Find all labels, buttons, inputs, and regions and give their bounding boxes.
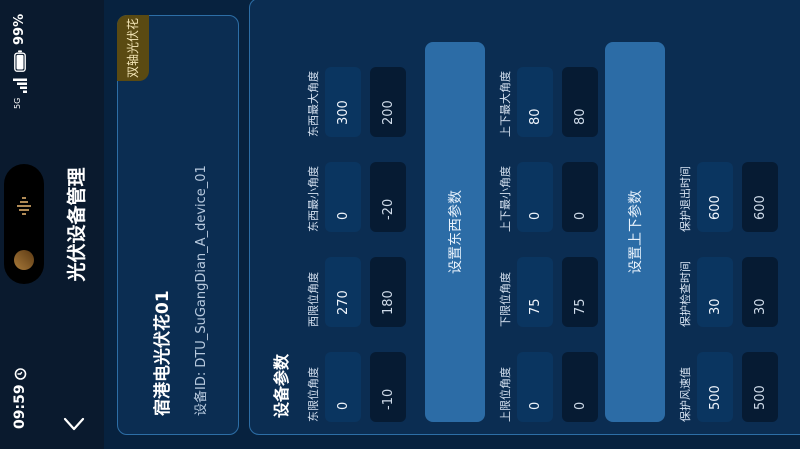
ew-field-label: 东西最大角度 — [307, 71, 320, 137]
set-ud-params-button[interactable]: 设置上下参数 — [605, 42, 665, 422]
ew-max-angle-input[interactable]: 300 — [325, 67, 361, 137]
ud-min-angle-current: 0 — [562, 162, 598, 232]
status-bar: 09:59 5G 99% — [0, 0, 44, 449]
dynamic-island — [4, 164, 44, 284]
music-app-icon — [14, 250, 34, 270]
network-label: 5G — [13, 97, 22, 109]
alarm-icon — [14, 368, 27, 380]
protect-exit-time-current: 600 — [742, 162, 778, 232]
status-time: 09:59 — [12, 384, 28, 429]
device-name: 宿港电光伏花01 — [153, 290, 173, 416]
ew-max-angle-current: 200 — [370, 67, 406, 137]
protect-field-label: 保护退出时间 — [679, 166, 692, 232]
protect-field-label: 保护风速值 — [679, 367, 692, 422]
ew-field-label: 西限位角度 — [307, 272, 320, 327]
ud-field-label: 上下最小角度 — [499, 166, 512, 232]
ud-field-label: 上下最大角度 — [499, 71, 512, 137]
ew-field-label: 东限位角度 — [307, 367, 320, 422]
protect-exit-time-input[interactable]: 600 — [697, 162, 733, 232]
protect-check-time-current: 30 — [742, 257, 778, 327]
battery-icon — [14, 50, 26, 72]
page-header: 光伏设备管理 — [44, 0, 104, 449]
settings-title: 设备参数 — [272, 353, 291, 418]
device-card: 宿港电光伏花01 设备ID: DTU_SuGangDian_A_device_0… — [117, 15, 239, 435]
device-type-badge: 双轴光伏花 — [117, 15, 149, 81]
ud-down-limit-current: 75 — [562, 257, 598, 327]
ud-up-limit-input[interactable]: 0 — [517, 352, 553, 422]
audio-wave-icon — [17, 197, 31, 215]
ud-max-angle-input[interactable]: 80 — [517, 67, 553, 137]
app-screen: 09:59 5G 99% 光伏设备管理 宿港电光伏花01 设备ID: DTU_S… — [0, 0, 800, 449]
set-ew-params-button[interactable]: 设置东西参数 — [425, 42, 485, 422]
ew-west-limit-input[interactable]: 270 — [325, 257, 361, 327]
ud-up-limit-current: 0 — [562, 352, 598, 422]
settings-panel: 设备参数 东限位角度 西限位角度 东西最小角度 东西最大角度 0 270 0 3… — [249, 0, 800, 435]
ud-min-angle-input[interactable]: 0 — [517, 162, 553, 232]
ew-min-angle-current: -20 — [370, 162, 406, 232]
protect-wind-speed-current: 500 — [742, 352, 778, 422]
ew-min-angle-input[interactable]: 0 — [325, 162, 361, 232]
ew-east-limit-input[interactable]: 0 — [325, 352, 361, 422]
ew-east-limit-current: -10 — [370, 352, 406, 422]
page-title: 光伏设备管理 — [66, 167, 88, 282]
ud-down-limit-input[interactable]: 75 — [517, 257, 553, 327]
device-id: 设备ID: DTU_SuGangDian_A_device_01 — [194, 165, 209, 416]
protect-check-time-input[interactable]: 30 — [697, 257, 733, 327]
signal-icon — [13, 78, 27, 93]
ew-west-limit-current: 180 — [370, 257, 406, 327]
ud-field-label: 上限位角度 — [499, 367, 512, 422]
ew-field-label: 东西最小角度 — [307, 166, 320, 232]
protect-wind-speed-input[interactable]: 500 — [697, 352, 733, 422]
ud-field-label: 下限位角度 — [499, 272, 512, 327]
battery-percent: 99% — [12, 13, 27, 45]
protect-field-label: 保护检查时间 — [679, 261, 692, 327]
ud-max-angle-current: 80 — [562, 67, 598, 137]
